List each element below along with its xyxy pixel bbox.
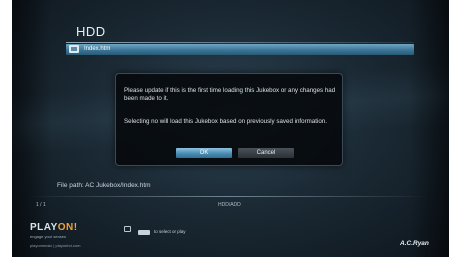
left-vignette [12,0,52,257]
dialog-message-2: Selecting no will load this Jukebox base… [124,118,327,125]
folder-icon [69,45,79,53]
page-title: HDD [76,24,106,39]
item-counter: 1 / 1 [36,202,46,208]
ok-button[interactable]: OK [176,148,232,158]
key-icon [138,230,150,235]
logo-text-accent: ON! [57,222,78,233]
logo-tagline: engage your senses [30,234,67,239]
logo-url: playonmusic | playonhd.com [30,243,81,248]
file-path: File path: AC Jukebox/Index.htm [57,182,151,189]
footer-divider [28,196,428,197]
playon-logo: PLAYON! [30,222,78,233]
dialog-message-1: Please update if this is the first time … [124,87,336,102]
list-item-label: Index.htm [84,46,111,52]
screen-icon [124,226,131,232]
logo-text-main: PLAY [30,222,58,233]
storage-label: HDD/ADD [218,202,241,208]
screen: HDD Index.htm Please update if this is t… [0,0,461,257]
update-dialog: Please update if this is the first time … [115,73,343,166]
control-hint: to select or play [154,229,186,234]
cancel-button[interactable]: Cancel [238,148,294,158]
brand-logo: A.C.Ryan [400,240,429,247]
right-vignette [409,0,449,257]
list-item-selected[interactable]: Index.htm [66,44,414,55]
title-divider [66,42,414,43]
